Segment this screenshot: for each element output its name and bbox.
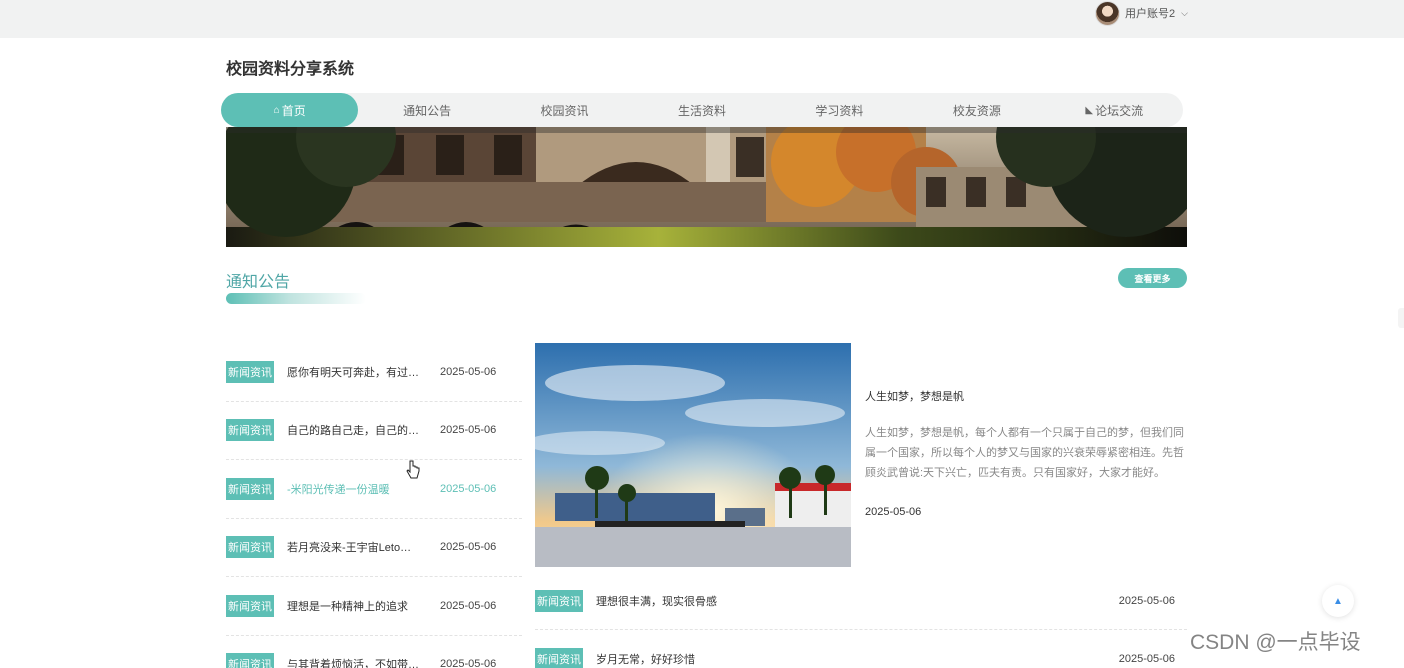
feature-body: 人生如梦，梦想是帆，每个人都有一个只属于自己的梦，但我们同属一个国家，所以每个人… xyxy=(865,427,1184,479)
nav-item-study-materials[interactable]: 学习资料 xyxy=(771,93,908,127)
news-title[interactable]: 理想很丰满，现实很骨感 xyxy=(596,593,996,609)
list-item[interactable]: 新闻资讯 -米阳光传递一份温暖 2025-05-06 xyxy=(226,460,522,519)
nav-item-life-materials[interactable]: 生活资料 xyxy=(633,93,770,127)
news-date: 2025-05-06 xyxy=(1118,594,1175,607)
section-title: 通知公告 xyxy=(226,274,291,291)
nav-item-home[interactable]: ⌂ 首页 xyxy=(221,93,359,127)
view-more-button[interactable]: 查看更多 xyxy=(1118,268,1187,288)
news-tag: 新闻资讯 xyxy=(226,477,274,500)
news-date: 2025-05-06 xyxy=(440,365,497,378)
campus-gate-illustration xyxy=(535,343,851,567)
campus-banner xyxy=(226,127,1187,247)
user-name[interactable]: 用户账号2 xyxy=(1125,5,1175,21)
news-list-left: 新闻资讯 愿你有明天可奔赴，有过往可回首 2025-05-06 新闻资讯 自己的… xyxy=(226,343,522,668)
nav-item-label: 学习资料 xyxy=(815,103,864,118)
section-title-underline xyxy=(226,293,366,304)
nav-item-label: 校友资源 xyxy=(952,103,1001,118)
news-title[interactable]: 与其背着烦恼活，不如带着微笑走 xyxy=(287,656,420,668)
main-nav: ⌂ 首页 通知公告 校园资讯 生活资料 学习资料 校友资源 ◣ 论坛交流 xyxy=(221,93,1183,127)
news-date: 2025-05-06 xyxy=(440,658,497,668)
news-tag: 新闻资讯 xyxy=(535,647,583,668)
news-tag: 新闻资讯 xyxy=(226,653,274,668)
news-title[interactable]: 理想是一种精神上的追求 xyxy=(287,598,420,614)
feature-date: 2025-05-06 xyxy=(865,506,922,518)
list-item[interactable]: 新闻资讯 自己的路自己走，自己的选择自己承担 2025-05-06 xyxy=(226,402,522,460)
nav-item-label: 首页 xyxy=(281,103,306,118)
nav-item-label: 校园资讯 xyxy=(540,103,589,118)
nav-item-label: 通知公告 xyxy=(403,103,452,118)
news-tag: 新闻资讯 xyxy=(535,589,583,612)
news-date: 2025-05-06 xyxy=(440,599,497,612)
news-title[interactable]: 岁月无常，好好珍惜 xyxy=(596,651,996,667)
nav-item-label: 论坛交流 xyxy=(1095,103,1144,118)
feature-title[interactable]: 人生如梦，梦想是帆 xyxy=(865,388,964,404)
feature-image[interactable] xyxy=(535,343,851,567)
news-date: 2025-05-06 xyxy=(440,541,497,554)
avatar[interactable] xyxy=(1095,0,1120,26)
news-title[interactable]: 愿你有明天可奔赴，有过往可回首 xyxy=(287,364,420,380)
side-tab-handle[interactable] xyxy=(1398,308,1404,328)
list-item[interactable]: 新闻资讯 理想是一种精神上的追求 2025-05-06 xyxy=(226,577,522,636)
news-date: 2025-05-06 xyxy=(440,482,497,495)
news-date: 2025-05-06 xyxy=(440,424,497,437)
news-title[interactable]: 自己的路自己走，自己的选择自己承担 xyxy=(287,422,420,438)
nav-item-notices[interactable]: 通知公告 xyxy=(358,93,495,127)
list-item[interactable]: 新闻资讯 与其背着烦恼活，不如带着微笑走 2025-05-06 xyxy=(226,636,522,668)
list-item[interactable]: 新闻资讯 理想很丰满，现实很骨感 2025-05-06 xyxy=(535,572,1187,630)
news-title[interactable]: -米阳光传递一份温暖 xyxy=(287,481,420,497)
news-tag: 新闻资讯 xyxy=(226,594,274,617)
news-tag: 新闻资讯 xyxy=(226,536,274,559)
news-tag: 新闻资讯 xyxy=(226,360,274,383)
news-date: 2025-05-06 xyxy=(1118,652,1175,665)
campus-banner-illustration xyxy=(226,127,1187,247)
watermark: CSDN @一点毕设 xyxy=(1190,631,1361,654)
pointer-cursor-icon xyxy=(406,460,420,485)
scroll-to-top-button[interactable]: ▲ xyxy=(1322,585,1354,617)
news-list-right: 新闻资讯 理想很丰满，现实很骨感 2025-05-06 新闻资讯 岁月无常，好好… xyxy=(535,572,1187,668)
news-title[interactable]: 若月亮没来-王宇宙Leto，乔浚丞 xyxy=(287,539,420,555)
list-item[interactable]: 新闻资讯 若月亮没来-王宇宙Leto，乔浚丞 2025-05-06 xyxy=(226,519,522,577)
news-tag: 新闻资讯 xyxy=(226,419,274,442)
user-menu[interactable]: 用户账号2 ⌵ xyxy=(1095,0,1188,26)
arrow-up-icon: ▲ xyxy=(1333,595,1343,607)
home-icon: ⌂ xyxy=(273,104,280,116)
site-title: 校园资料分享系统 xyxy=(226,61,355,78)
list-item[interactable]: 新闻资讯 愿你有明天可奔赴，有过往可回首 2025-05-06 xyxy=(226,343,522,402)
list-item[interactable]: 新闻资讯 岁月无常，好好珍惜 2025-05-06 xyxy=(535,630,1187,668)
nav-item-campus-news[interactable]: 校园资讯 xyxy=(496,93,633,127)
nav-item-forum[interactable]: ◣ 论坛交流 xyxy=(1046,93,1183,127)
nav-item-alumni-resources[interactable]: 校友资源 xyxy=(908,93,1045,127)
top-bar: 用户账号2 ⌵ xyxy=(0,0,1404,38)
nav-item-label: 生活资料 xyxy=(677,103,726,118)
chevron-down-icon[interactable]: ⌵ xyxy=(1181,8,1188,19)
forum-icon: ◣ xyxy=(1085,104,1094,116)
